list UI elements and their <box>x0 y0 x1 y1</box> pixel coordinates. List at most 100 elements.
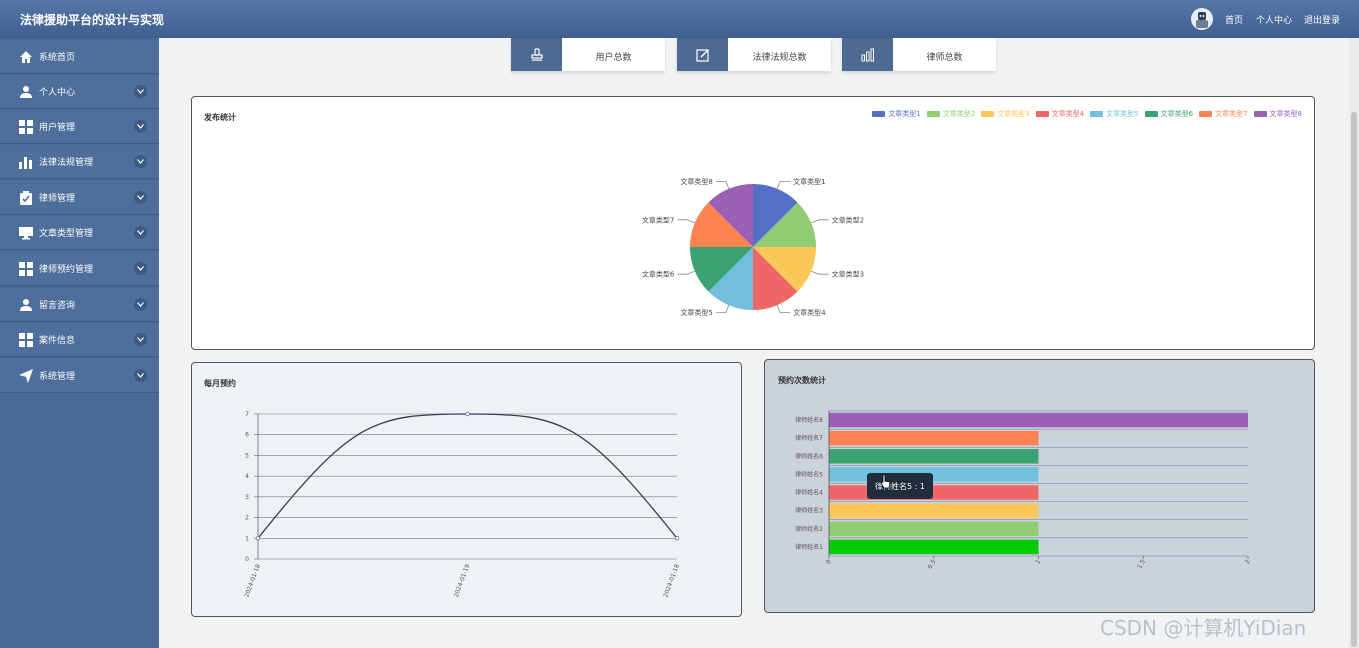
sidebar: 系统首页 个人中心 用户管理 法律法规管理 律师管理 文章类型管理 律师预约管理… <box>0 38 159 648</box>
y-tick-label: 5 <box>245 452 249 459</box>
grid-icon <box>18 261 34 277</box>
nav-profile-link[interactable]: 个人中心 <box>1256 13 1292 26</box>
data-point <box>674 536 680 541</box>
pie-label-line <box>677 219 695 224</box>
stat-label: 用户总数 <box>595 53 632 63</box>
line-chart-panel: 每月预约 0 1 2 3 4 5 6 7 2024-01-18 2024-01-19 2024-01… <box>191 362 742 617</box>
sidebar-item-label: 用户管理 <box>39 123 76 133</box>
x-tick-label: 2024-01-18 <box>243 563 262 598</box>
scrollbar-thumb[interactable] <box>1351 112 1357 647</box>
chevron-down-icon[interactable] <box>134 191 147 204</box>
bar <box>829 485 1039 500</box>
y-category-label: 律师姓名7 <box>795 434 823 442</box>
sidebar-item-label: 个人中心 <box>39 88 76 98</box>
pie-label: 文章类型4 <box>793 308 826 317</box>
pie-label-line <box>811 219 829 224</box>
mouse-cursor-icon <box>880 474 892 493</box>
nav-logout-link[interactable]: 退出登录 <box>1304 13 1340 26</box>
bar-tooltip: 律师姓名5 : 1 <box>867 473 933 499</box>
stat-card-lawyers: 律师总数 <box>842 38 996 71</box>
sidebar-item-cases[interactable]: 案件信息 <box>0 323 159 357</box>
sidebar-item-label: 案件信息 <box>39 336 76 346</box>
sidebar-item-appointments[interactable]: 律师预约管理 <box>0 252 159 286</box>
stat-label: 律师总数 <box>926 53 963 63</box>
chevron-down-icon[interactable] <box>134 85 147 98</box>
nav-home-link[interactable]: 首页 <box>1225 13 1243 26</box>
x-tick-label: 2024-01-18 <box>662 563 681 598</box>
y-tick-label: 3 <box>245 494 249 501</box>
sidebar-item-label: 文章类型管理 <box>39 229 94 239</box>
y-tick-label: 1 <box>245 535 249 542</box>
send-icon <box>18 368 34 384</box>
sidebar-item-home[interactable]: 系统首页 <box>0 40 159 74</box>
chevron-down-icon[interactable] <box>134 226 147 239</box>
data-point <box>465 411 470 417</box>
sidebar-item-label: 系统管理 <box>39 372 76 382</box>
user-icon <box>18 84 34 100</box>
y-category-label: 律师姓名6 <box>795 452 823 460</box>
chevron-down-icon[interactable] <box>134 333 147 346</box>
y-category-label: 律师姓名2 <box>795 525 823 533</box>
chevron-down-icon[interactable] <box>134 369 147 382</box>
x-tick-label: 2 <box>1244 558 1252 565</box>
bar-chart-icon <box>18 154 34 170</box>
sidebar-item-lawyers[interactable]: 律师管理 <box>0 181 159 215</box>
x-tick-label: 1.5 <box>1136 558 1147 570</box>
home-icon <box>18 49 34 65</box>
sidebar-item-laws[interactable]: 法律法规管理 <box>0 145 159 179</box>
sidebar-item-label: 律师管理 <box>39 194 76 204</box>
bar <box>829 412 1248 428</box>
pie-label: 文章类型5 <box>680 308 712 317</box>
sidebar-item-label: 律师预约管理 <box>39 265 94 275</box>
pie-label-line <box>776 181 791 189</box>
sidebar-item-consultation[interactable]: 留言咨询 <box>0 288 159 322</box>
pie-chart-panel: 发布统计 文章类型1 文章类型2 文章类型3 文章类型4 文章类型5 文章类型6 文章类型7… <box>191 96 1315 350</box>
line-chart: 0 1 2 3 4 5 6 7 2024-01-18 2024-01-19 2024-01-18 <box>243 411 681 598</box>
y-category-label: 律师姓名5 <box>795 470 823 478</box>
stamp-icon <box>511 38 562 71</box>
y-tick-label: 6 <box>245 432 249 439</box>
top-bar: 法律援助平台的设计与实现 首页 个人中心 退出登录 <box>0 0 1359 38</box>
sidebar-item-article-types[interactable]: 文章类型管理 <box>0 216 159 250</box>
bar <box>829 467 1039 482</box>
x-tick-label: 0 <box>825 558 833 565</box>
stat-card-users: 用户总数 <box>511 38 665 71</box>
app-title: 法律援助平台的设计与实现 <box>20 13 165 27</box>
grid-icon <box>18 119 34 135</box>
bar <box>829 430 1039 446</box>
y-category-label: 律师姓名4 <box>795 489 823 497</box>
chevron-down-icon[interactable] <box>134 262 147 275</box>
pie-label: 文章类型2 <box>832 215 864 224</box>
edit-icon <box>677 38 728 71</box>
pie-label-line <box>677 270 695 275</box>
x-tick-label: 0.5 <box>927 558 938 570</box>
chevron-down-icon[interactable] <box>134 155 147 168</box>
pie-label-line <box>715 181 730 189</box>
bar-chart: 律师姓名1 律师姓名2 律师姓名3 律师姓名4 律师姓名5 律师姓名6 律师姓名7 律师姓名8… <box>795 410 1252 570</box>
y-tick-label: 4 <box>245 473 249 480</box>
clipboard-check-icon <box>18 190 34 206</box>
bar <box>829 449 1039 464</box>
sidebar-item-users[interactable]: 用户管理 <box>0 110 159 144</box>
y-tick-label: 2 <box>245 515 249 522</box>
sidebar-item-system[interactable]: 系统管理 <box>0 359 159 393</box>
pie-label: 文章类型6 <box>642 270 675 279</box>
avatar[interactable] <box>1191 8 1213 30</box>
y-category-label: 律师姓名3 <box>795 507 823 515</box>
y-tick-label: 7 <box>245 411 249 418</box>
x-tick-label: 1 <box>1034 558 1042 565</box>
stat-card-laws: 法律法规总数 <box>677 38 831 71</box>
bar-chart-panel: 预约次数统计 律师姓名1 律师姓名2 律师姓名3 律师姓名4 律师姓名5 律师姓名6 律师姓… <box>764 359 1315 613</box>
monitor-icon <box>18 225 34 241</box>
y-tick-label: 0 <box>245 556 249 563</box>
sidebar-item-profile[interactable]: 个人中心 <box>0 75 159 109</box>
bar <box>829 503 1039 518</box>
sidebar-item-label: 留言咨询 <box>39 301 76 311</box>
chevron-down-icon[interactable] <box>134 298 147 311</box>
watermark: CSDN @计算机YiDian <box>1100 616 1307 640</box>
chevron-down-icon[interactable] <box>134 120 147 133</box>
pie-label: 文章类型3 <box>832 270 864 279</box>
pie-label: 文章类型8 <box>680 177 712 186</box>
pie-label: 文章类型1 <box>793 177 825 186</box>
y-category-label: 律师姓名8 <box>795 416 823 424</box>
